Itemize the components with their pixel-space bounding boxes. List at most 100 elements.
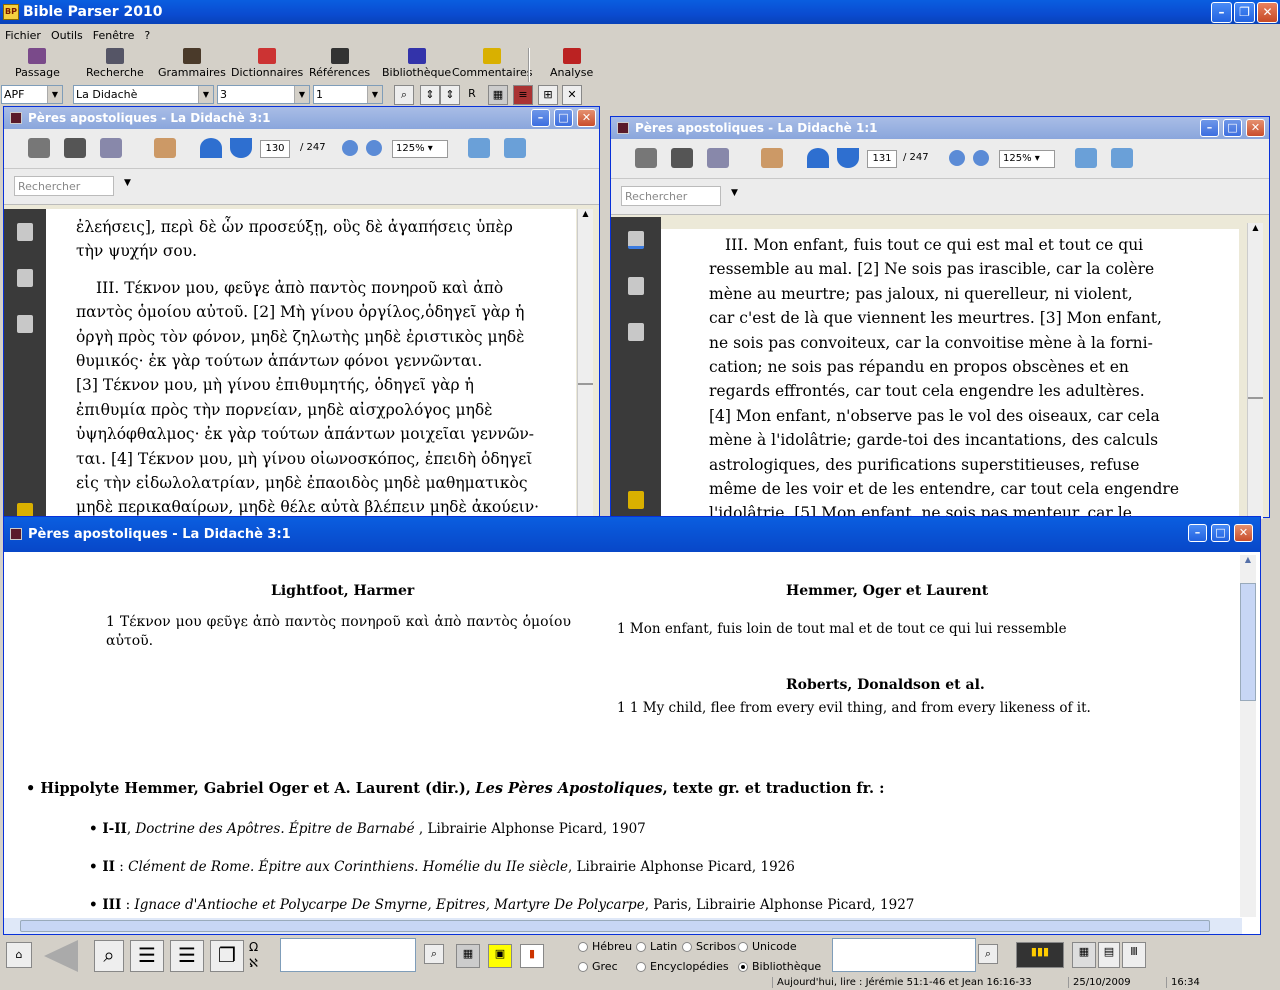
chevron-down-icon[interactable]: ▼: [124, 178, 131, 188]
view-text-button[interactable]: ☰: [130, 940, 164, 972]
page-number-input[interactable]: 130: [260, 140, 290, 158]
zoom-in-icon[interactable]: [973, 150, 989, 166]
menu-fenetre[interactable]: Fenêtre: [93, 29, 135, 42]
zoom-button[interactable]: ⌕: [94, 940, 124, 972]
scroll-thumb[interactable]: [1248, 397, 1263, 399]
r-button[interactable]: R: [462, 85, 482, 105]
bottom-minimize-button[interactable]: –: [1188, 524, 1207, 542]
zoom-select[interactable]: 125% ▾: [999, 150, 1055, 168]
menu-help[interactable]: ?: [144, 29, 150, 42]
layout-button[interactable]: ▦: [488, 85, 508, 105]
symbol-icon[interactable]: ℵ: [249, 956, 258, 970]
references-button[interactable]: Références: [309, 48, 370, 79]
books-button[interactable]: ≡: [513, 85, 533, 105]
verse-select[interactable]: 1 ▼: [313, 85, 383, 104]
pages-icon[interactable]: [628, 231, 644, 249]
scroll-thumb[interactable]: [1240, 583, 1256, 701]
bibliotheque-button[interactable]: Bibliothèque: [382, 48, 451, 79]
bottom-vscroll[interactable]: ▲: [1240, 555, 1256, 917]
menu-fichier[interactable]: Fichier: [5, 29, 41, 42]
version-select[interactable]: APF ▼: [1, 85, 63, 104]
dictionnaires-button[interactable]: Dictionnaires: [231, 48, 303, 79]
collaborate-icon[interactable]: [154, 138, 176, 158]
right-close-button[interactable]: ✕: [1246, 119, 1265, 137]
hscroll-thumb[interactable]: [20, 920, 1210, 932]
scroll-thumb[interactable]: [578, 383, 593, 385]
save-icon[interactable]: [671, 148, 693, 168]
page-up-icon[interactable]: [200, 138, 222, 158]
bookmarks-icon[interactable]: [628, 277, 644, 295]
share-icon[interactable]: [100, 138, 122, 158]
fullscreen-icon[interactable]: [1111, 148, 1133, 168]
page-up-icon[interactable]: [807, 148, 829, 168]
search-input[interactable]: [280, 938, 416, 972]
right-search-input[interactable]: Rechercher: [621, 186, 721, 206]
bottom-close-button[interactable]: ✕: [1234, 524, 1253, 542]
scroll-up-icon[interactable]: ▲: [1248, 223, 1263, 237]
zoom-out-icon[interactable]: [342, 140, 358, 156]
compare-button[interactable]: ▣: [488, 944, 512, 968]
right-pdf-scrollbar[interactable]: ▲: [1247, 223, 1263, 519]
page-down-icon[interactable]: [837, 148, 859, 168]
fit-width-icon[interactable]: [1075, 148, 1097, 168]
grid-button[interactable]: ▦: [456, 944, 480, 968]
next-verse-button[interactable]: ⇕: [440, 85, 460, 105]
collaborate-icon[interactable]: [761, 148, 783, 168]
maximize-button[interactable]: ❐: [1234, 2, 1255, 23]
pages-icon[interactable]: [17, 223, 33, 241]
scroll-up-icon[interactable]: ▲: [578, 209, 593, 223]
left-search-input[interactable]: Rechercher: [14, 176, 114, 196]
right-maximize-button[interactable]: □: [1223, 119, 1242, 137]
attachments-icon[interactable]: [17, 315, 33, 333]
menu-outils[interactable]: Outils: [51, 29, 83, 42]
close-button[interactable]: ✕: [1257, 2, 1278, 23]
zoom-select[interactable]: 125% ▾: [392, 140, 448, 158]
radio-unicode[interactable]: Unicode: [738, 940, 797, 953]
zoom-out-icon[interactable]: [949, 150, 965, 166]
go-search-button[interactable]: ⌕: [394, 85, 414, 105]
library-search-input[interactable]: [832, 938, 976, 972]
save-icon[interactable]: [64, 138, 86, 158]
chapter-select[interactable]: 3 ▼: [217, 85, 310, 104]
analyse-button[interactable]: Analyse: [550, 48, 593, 79]
recherche-button[interactable]: Recherche: [86, 48, 144, 79]
back-icon[interactable]: [44, 940, 78, 972]
chart-button[interactable]: ▮: [520, 944, 544, 968]
prev-verse-button[interactable]: ⇕: [420, 85, 440, 105]
radio-bibliotheque[interactable]: Bibliothèque: [738, 960, 821, 973]
grammaires-button[interactable]: Grammaires: [158, 48, 226, 79]
zoom-in-icon[interactable]: [366, 140, 382, 156]
left-close-button[interactable]: ✕: [577, 109, 596, 127]
tree-button[interactable]: ⊞: [538, 85, 558, 105]
left-maximize-button[interactable]: □: [554, 109, 573, 127]
minimize-button[interactable]: –: [1211, 2, 1232, 23]
home-button[interactable]: ⌂: [6, 942, 32, 968]
fullscreen-icon[interactable]: [504, 138, 526, 158]
print-icon[interactable]: [28, 138, 50, 158]
fit-width-icon[interactable]: [468, 138, 490, 158]
bookmarks-icon[interactable]: [17, 269, 33, 287]
attachments-icon[interactable]: [628, 323, 644, 341]
left-pdf-scrollbar[interactable]: ▲: [577, 209, 593, 519]
bottom-maximize-button[interactable]: □: [1211, 524, 1230, 542]
passage-button[interactable]: Passage: [15, 48, 60, 79]
page-number-input[interactable]: 131: [867, 150, 897, 168]
book-select[interactable]: La Didachè ▼: [73, 85, 214, 104]
chevron-down-icon[interactable]: ▼: [731, 188, 738, 198]
comments-icon[interactable]: [628, 491, 644, 509]
radio-scribos[interactable]: Scribos: [682, 940, 736, 953]
radio-grec[interactable]: Grec: [578, 960, 618, 973]
scroll-up-icon[interactable]: ▲: [1240, 555, 1256, 569]
page-button[interactable]: ▤: [1098, 942, 1120, 968]
tools-button[interactable]: ✕: [562, 85, 582, 105]
radio-hebreu[interactable]: Hébreu: [578, 940, 632, 953]
page-down-icon[interactable]: [230, 138, 252, 158]
commentaires-button[interactable]: Commentaires: [452, 48, 532, 79]
left-minimize-button[interactable]: –: [531, 109, 550, 127]
right-minimize-button[interactable]: –: [1200, 119, 1219, 137]
view-list-button[interactable]: ☰: [170, 940, 204, 972]
share-icon[interactable]: [707, 148, 729, 168]
books-button[interactable]: ▮▮▮: [1016, 942, 1064, 968]
print-icon[interactable]: [635, 148, 657, 168]
radio-encyclopedies[interactable]: Encyclopédies: [636, 960, 729, 973]
